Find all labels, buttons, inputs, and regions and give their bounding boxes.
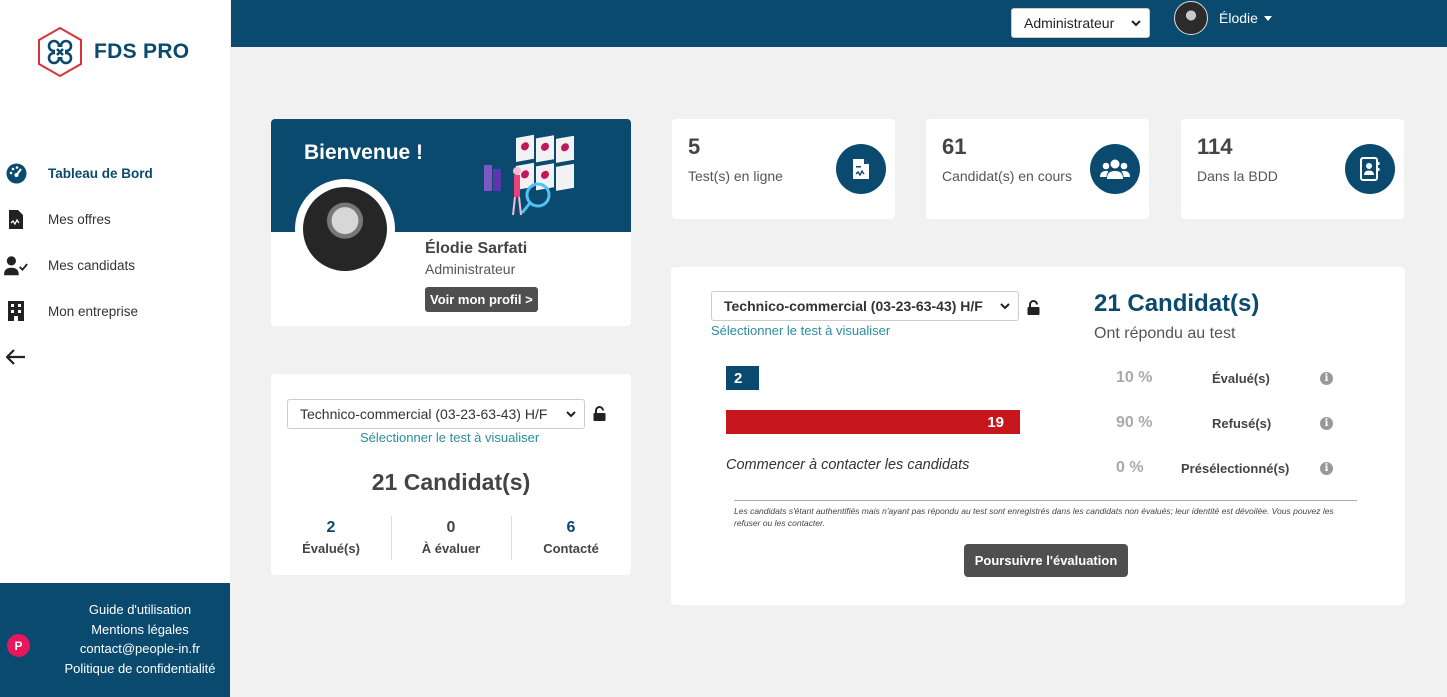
candidates-count: 21 Candidat(s) [371,469,531,495]
evaluated-label: Évalué(s) [1212,371,1270,386]
sidebar-collapse-button[interactable] [0,334,230,380]
privacy-link[interactable]: Politique de confidentialité [50,659,230,679]
candidates-subtitle: Ont répondu au test [1094,325,1236,342]
top-bar: Administrateur Élodie [231,0,1447,47]
sidebar-item-label: Mes offres [48,211,111,227]
continue-evaluation-button[interactable]: Poursuivre l'évaluation [964,544,1128,577]
test-summary-card: Technico-commercial (03-23-63-43) H/F Sé… [271,374,631,575]
user-check-icon [4,253,28,277]
stat-card-tests-online: 5 Test(s) en ligne [672,119,895,219]
users-icon[interactable] [1090,144,1140,194]
people-in-logo-icon: P [7,634,30,657]
sidebar-item-candidates[interactable]: Mes candidats [0,242,230,288]
legal-link[interactable]: Mentions légales [50,620,230,640]
test-results-select[interactable]: Technico-commercial (03-23-63-43) H/F [711,291,1019,321]
user-name: Élodie [1219,10,1258,26]
app-name: FDS PRO [94,40,190,63]
footer-links: Guide d'utilisation Mentions légales con… [50,600,230,678]
evaluated-bar[interactable]: 2 [726,366,759,390]
sidebar: FDS PRO Tableau de Bord Mes offres Mes c… [0,0,230,697]
mini-stat-to-evaluate[interactable]: 0 À évaluer [391,516,511,560]
test-select-value: Technico-commercial (03-23-63-43) H/F [300,406,548,422]
test-select[interactable]: Technico-commercial (03-23-63-43) H/F [287,399,585,429]
dashboard-icon [4,161,28,185]
chevron-down-icon [1131,20,1141,27]
stat-label: Candidat(s) en cours [942,168,1072,184]
stat-value: 5 [688,134,701,159]
stat-card-candidates-ongoing: 61 Candidat(s) en cours [926,119,1149,219]
logo-hexagon-icon [38,26,82,78]
test-results-card: Technico-commercial (03-23-63-43) H/F Sé… [671,267,1405,605]
mini-stats: 2 Évalué(s) 0 À évaluer 6 Contacté [271,516,631,560]
unlock-icon[interactable] [1027,300,1040,315]
test-file-icon[interactable] [836,144,886,194]
refused-label: Refusé(s) [1212,416,1272,431]
guide-link[interactable]: Guide d'utilisation [50,600,230,620]
chevron-down-icon [1000,303,1010,310]
stat-value: 61 [942,134,967,159]
preselected-label: Présélectionné(s) [1181,461,1290,476]
sidebar-nav: Tableau de Bord Mes offres Mes candidats… [0,150,230,380]
mini-stat-value: 6 [566,519,576,536]
divider [734,500,1357,501]
chevron-down-icon [566,411,576,418]
mini-stat-label: Évalué(s) [302,541,360,556]
evaluated-percent: 10 % [1116,369,1153,386]
welcome-title: Bienvenue ! [304,141,424,164]
info-icon[interactable]: i [1320,417,1333,430]
mini-stat-contacted[interactable]: 6 Contacté [511,516,631,560]
avatar [1174,1,1208,35]
sidebar-item-dashboard[interactable]: Tableau de Bord [0,150,230,196]
select-test-hint[interactable]: Sélectionner le test à visualiser [711,323,890,338]
profile-name: Élodie Sarfati [425,240,528,257]
recruitment-illustration-icon [484,134,574,216]
role-select-value: Administrateur [1024,15,1115,31]
test-select-value: Technico-commercial (03-23-63-43) H/F [724,298,983,314]
select-test-hint[interactable]: Sélectionner le test à visualiser [360,430,539,445]
sidebar-item-label: Mon entreprise [48,303,139,319]
stat-label: Test(s) en ligne [688,168,783,184]
bar-count: 2 [734,369,743,387]
info-note: Les candidats s'étant authentifiés mais … [734,506,1334,528]
profile-photo [295,179,395,279]
caret-down-icon [1263,15,1272,21]
sidebar-footer: P Guide d'utilisation Mentions légales c… [0,583,230,697]
stat-card-database: 114 Dans la BDD [1181,119,1404,219]
candidates-count: 21 Candidat(s) [1094,290,1260,317]
sidebar-item-label: Tableau de Bord [48,165,153,181]
sidebar-item-label: Mes candidats [48,257,136,273]
mini-stat-evaluated[interactable]: 2 Évalué(s) [271,516,391,560]
mini-stat-label: Contacté [543,541,599,556]
stat-label: Dans la BDD [1197,168,1278,184]
building-icon [4,299,28,323]
mini-stat-value: 2 [326,519,336,536]
preselected-percent: 0 % [1116,459,1144,476]
contact-email-link[interactable]: contact@people-in.fr [50,639,230,659]
view-profile-button[interactable]: Voir mon profil > [425,287,538,312]
info-icon[interactable]: i [1320,372,1333,385]
welcome-card: Bienvenue ! Élodie Sarfati Administrateu… [271,119,631,326]
info-icon[interactable]: i [1320,462,1333,475]
role-select[interactable]: Administrateur [1011,8,1150,38]
sidebar-item-offers[interactable]: Mes offres [0,196,230,242]
app-logo[interactable]: FDS PRO [36,26,189,78]
mini-stat-label: À évaluer [421,541,481,556]
profile-role: Administrateur [425,261,516,277]
user-menu[interactable]: Élodie [1174,1,1272,35]
unlock-icon[interactable] [593,406,606,421]
start-contacting-link[interactable]: Commencer à contacter les candidats [726,457,969,473]
sidebar-item-company[interactable]: Mon entreprise [0,288,230,334]
bar-count: 19 [987,413,1004,431]
arrow-left-icon [4,345,28,369]
stat-value: 114 [1197,134,1233,159]
refused-bar[interactable]: 19 [726,410,1020,434]
refused-percent: 90 % [1116,414,1153,431]
contact-book-icon[interactable] [1345,144,1395,194]
mini-stat-value: 0 [446,519,456,536]
document-icon [4,207,28,231]
